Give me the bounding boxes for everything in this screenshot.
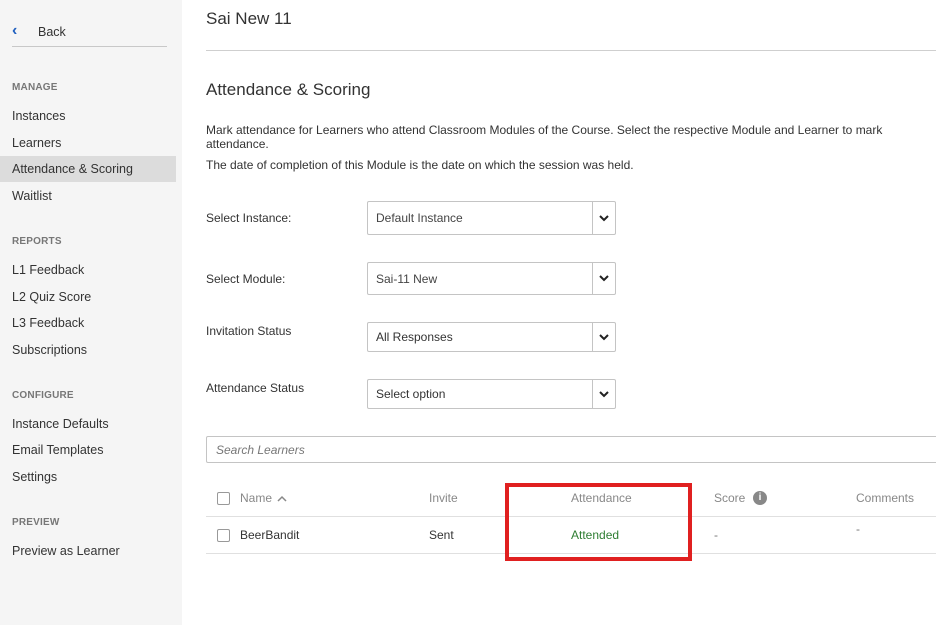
section-heading-manage: MANAGE bbox=[12, 82, 58, 93]
select-all-checkbox[interactable] bbox=[217, 492, 230, 505]
invite-status: Sent bbox=[429, 528, 454, 542]
sidebar-item-waitlist[interactable]: Waitlist bbox=[0, 183, 176, 209]
attendance-status-dropdown[interactable]: Select option bbox=[367, 379, 616, 409]
chevron-down-icon bbox=[592, 263, 615, 294]
divider bbox=[206, 50, 936, 51]
section-heading-reports: REPORTS bbox=[12, 236, 62, 247]
sidebar-item-l2-quiz-score[interactable]: L2 Quiz Score bbox=[0, 284, 176, 310]
sidebar-item-subscriptions[interactable]: Subscriptions bbox=[0, 337, 176, 363]
chevron-down-icon bbox=[592, 323, 615, 351]
sidebar-item-email-templates[interactable]: Email Templates bbox=[0, 437, 176, 463]
back-button[interactable]: ‹ Back bbox=[12, 18, 167, 47]
select-module-dropdown[interactable]: Sai-11 New bbox=[367, 262, 616, 295]
sidebar-item-settings[interactable]: Settings bbox=[0, 464, 176, 490]
chevron-down-icon bbox=[592, 380, 615, 408]
attendance-status-value: Select option bbox=[376, 387, 446, 401]
comments-column-header: Comments bbox=[856, 491, 915, 505]
sidebar: ‹ Back MANAGE Instances Learners Attenda… bbox=[0, 0, 182, 625]
select-module-label: Select Module: bbox=[206, 272, 286, 286]
page-title: Attendance & Scoring bbox=[206, 80, 371, 99]
highlight-box bbox=[505, 483, 692, 561]
score-column-header: Score bbox=[714, 491, 746, 505]
row-checkbox[interactable] bbox=[217, 529, 230, 542]
invite-column-header: Invite bbox=[429, 491, 458, 505]
attendance-status-label: Attendance Status bbox=[206, 381, 305, 395]
sidebar-item-l3-feedback[interactable]: L3 Feedback bbox=[0, 310, 176, 336]
back-label: Back bbox=[38, 25, 66, 39]
sidebar-item-instances[interactable]: Instances bbox=[0, 103, 176, 129]
sort-ascending-icon bbox=[277, 491, 287, 505]
section-heading-configure: CONFIGURE bbox=[12, 390, 74, 401]
info-icon[interactable]: i bbox=[753, 491, 767, 505]
search-learners-field[interactable] bbox=[206, 436, 936, 463]
select-module-value: Sai-11 New bbox=[376, 271, 438, 286]
chevron-left-icon: ‹ bbox=[12, 22, 18, 39]
score-value[interactable]: - bbox=[714, 528, 718, 542]
sidebar-item-instance-defaults[interactable]: Instance Defaults bbox=[0, 411, 176, 437]
sidebar-item-attendance-scoring[interactable]: Attendance & Scoring bbox=[0, 156, 176, 182]
chevron-down-icon bbox=[592, 202, 615, 234]
comments-value[interactable]: - bbox=[856, 522, 860, 536]
course-title: Sai New 11 bbox=[206, 9, 292, 28]
sidebar-item-learners[interactable]: Learners bbox=[0, 130, 176, 156]
name-header-label: Name bbox=[240, 491, 273, 505]
name-column-header[interactable]: Name bbox=[240, 491, 287, 505]
invitation-status-dropdown[interactable]: All Responses bbox=[367, 322, 616, 352]
learner-name: BeerBandit bbox=[240, 528, 300, 542]
select-instance-label: Select Instance: bbox=[206, 211, 292, 225]
completion-note: The date of completion of this Module is… bbox=[206, 158, 634, 172]
section-heading-preview: PREVIEW bbox=[12, 517, 60, 528]
sidebar-item-preview-as-learner[interactable]: Preview as Learner bbox=[0, 538, 176, 564]
description-text: Mark attendance for Learners who attend … bbox=[206, 123, 883, 151]
invitation-status-label: Invitation Status bbox=[206, 324, 292, 338]
sidebar-item-l1-feedback[interactable]: L1 Feedback bbox=[0, 257, 176, 283]
select-instance-value: Default Instance bbox=[376, 211, 463, 225]
invitation-status-value: All Responses bbox=[376, 330, 453, 344]
select-instance-dropdown[interactable]: Default Instance bbox=[367, 201, 616, 235]
search-input[interactable] bbox=[207, 441, 936, 458]
